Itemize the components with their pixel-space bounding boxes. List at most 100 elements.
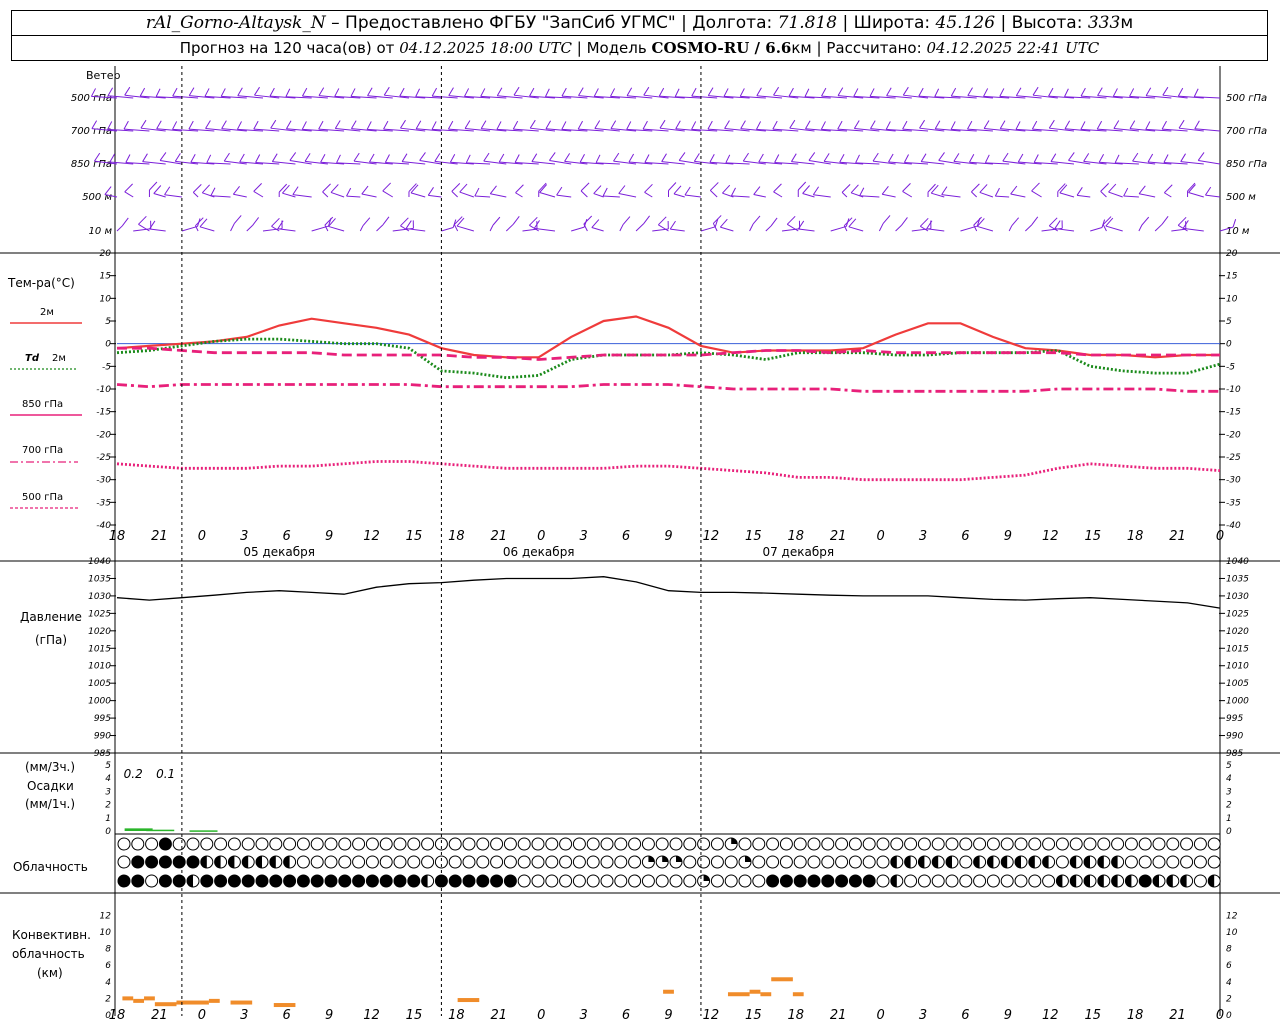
- wind-barb-feather: [853, 88, 859, 97]
- wind-barb-feather: [1194, 120, 1200, 130]
- wind-barb-feather: [188, 87, 195, 96]
- wind-barb-feather: [334, 88, 340, 97]
- temp-tick-right: -20: [1226, 430, 1241, 440]
- wind-barb-feather: [881, 185, 889, 195]
- cloud-symbol: [503, 874, 517, 888]
- wind-barb-feather: [1141, 216, 1150, 226]
- wind-barb-feather: [253, 120, 259, 130]
- cloud-symbol: [752, 874, 766, 888]
- wind-barb-feather: [318, 87, 325, 96]
- wind-barb-feather: [431, 87, 438, 97]
- wind-barb-feather: [719, 218, 728, 228]
- cloud-symbol: [600, 837, 614, 851]
- wind-barb-feather: [353, 152, 360, 162]
- wind-barb-feather: [902, 120, 908, 130]
- wind-barb-feather: [789, 119, 796, 129]
- temperature-series: [116, 315, 1221, 482]
- cloud-symbol: [986, 837, 1000, 851]
- wind-barb-feather: [886, 87, 892, 97]
- wind-barb-feather: [254, 86, 260, 96]
- cloud-symbol: [1042, 874, 1056, 888]
- wind-barb-feather: [464, 120, 471, 129]
- wind-barb-feather: [556, 186, 563, 196]
- pressure-tick-left: 1030: [88, 592, 111, 602]
- cloud-symbol: [1193, 874, 1207, 888]
- wind-barb-feather: [659, 119, 666, 129]
- wind-barb-feather: [1132, 152, 1139, 162]
- wind-barb-feather: [206, 154, 212, 164]
- cloud-symbol: [1083, 837, 1097, 851]
- x-tick-label: 0: [1216, 1008, 1224, 1023]
- wind-barb-feather: [837, 87, 844, 96]
- wind-barb-feather: [1178, 119, 1185, 129]
- wind-barb-staff: [153, 193, 166, 198]
- cloud-symbol: [421, 855, 435, 869]
- cloud-half: [918, 856, 925, 868]
- wind-barb-feather: [971, 183, 980, 193]
- wind-barb-feather: [1033, 154, 1039, 163]
- wind-barb-feather: [384, 154, 390, 163]
- wind-barb-feather: [869, 88, 875, 97]
- wind-barb-staff: [246, 225, 253, 232]
- cloud-symbol: [848, 855, 862, 869]
- cloud-quarter: [745, 856, 751, 862]
- cloud-symbol: [145, 855, 159, 869]
- x-tick-label: 9: [664, 529, 672, 544]
- cloud-symbol: [296, 855, 310, 869]
- wind-barb-feather: [642, 120, 648, 130]
- pressure-tick-right: 995: [1226, 714, 1243, 724]
- x-day-label: 07 декабря: [762, 545, 834, 559]
- x-day-label: 05 декабря: [243, 545, 315, 559]
- wind-barb-feather: [661, 153, 667, 162]
- wind-barb-feather: [237, 87, 243, 97]
- cloud-symbol: [945, 837, 959, 851]
- cloud-symbol: [407, 874, 421, 888]
- cloud-symbol: [1069, 837, 1083, 851]
- wind-barb-staff: [515, 192, 523, 198]
- wind-barb-feather: [983, 120, 990, 129]
- wind-barb-feather: [350, 120, 357, 129]
- cloud-symbol: [131, 855, 145, 869]
- wind-barb-staff: [181, 225, 198, 232]
- wind-barb-feather: [770, 217, 778, 227]
- wind-barb-feather: [271, 217, 280, 227]
- wind-barb-feather: [691, 121, 697, 130]
- cloud-symbol: [959, 837, 973, 851]
- wind-barb-feather: [1123, 187, 1129, 197]
- wind-barb-feather: [999, 88, 1005, 97]
- wind-barb-feather: [968, 154, 975, 163]
- wind-barb-feather: [610, 120, 617, 129]
- wind-barb-feather: [712, 215, 722, 224]
- wind-barb-feather: [788, 87, 794, 97]
- wind-barb-feather: [1097, 87, 1103, 96]
- pressure-tick-right: 1040: [1226, 557, 1249, 567]
- cloud-symbol: [117, 837, 131, 851]
- temperature-legend: 2м Td 2м 850 гПа 700 гПа 500 гПа: [10, 307, 82, 509]
- wind-barb-feather: [401, 153, 408, 162]
- wind-barb-feather: [903, 154, 909, 163]
- cloud-symbol: [407, 837, 421, 851]
- wind-barb-staff: [580, 190, 588, 198]
- cloud-symbol: [1180, 855, 1194, 869]
- cloud-symbol: [255, 837, 269, 851]
- wind-barb-feather: [1015, 121, 1021, 130]
- conv-tick-right: 4: [1226, 978, 1232, 988]
- wind-barb-feather: [419, 152, 426, 161]
- wind-barb-feather: [153, 185, 162, 194]
- wind-barb-staff: [149, 228, 166, 232]
- cloud-symbol: [200, 874, 214, 888]
- cloud-symbol: [1028, 837, 1042, 851]
- cloud-symbol: [531, 837, 545, 851]
- wind-barb-feather: [983, 88, 989, 97]
- wind-barb-staff: [583, 223, 588, 232]
- conv-tick-right: 12: [1226, 911, 1238, 921]
- wind-barb-feather: [724, 120, 730, 129]
- cloud-symbol: [835, 837, 849, 851]
- wind-barb-feather: [513, 86, 520, 96]
- legend-700-label: 700 гПа: [22, 445, 63, 456]
- cloud-symbol: [559, 855, 573, 869]
- cloud-symbol: [862, 874, 876, 888]
- cloud-symbol: [641, 837, 655, 851]
- wind-barb-staff: [926, 228, 945, 232]
- wind-barb-feather: [758, 153, 764, 163]
